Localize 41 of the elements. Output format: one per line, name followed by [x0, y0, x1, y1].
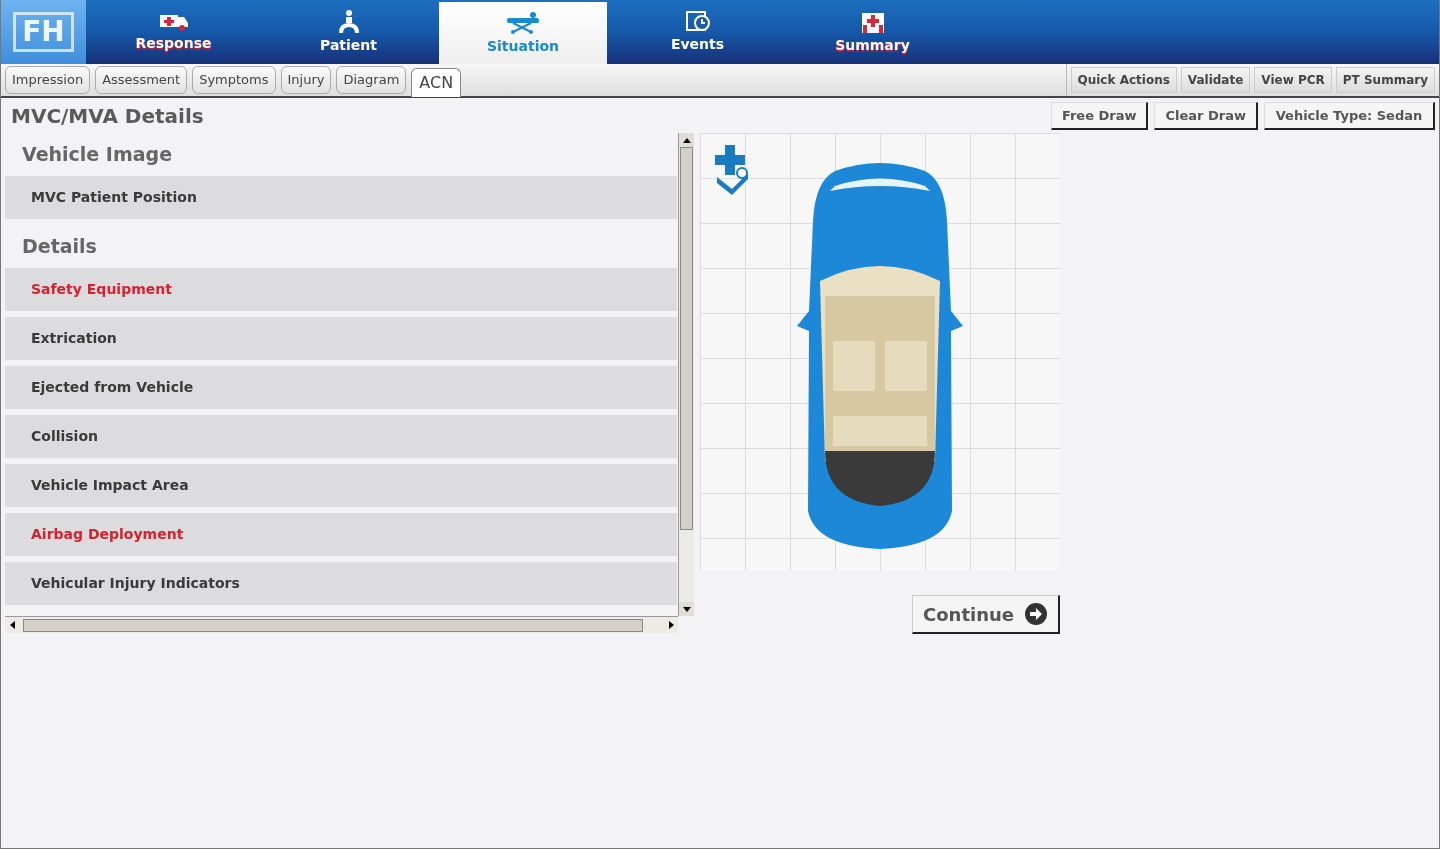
nav-tab[interactable]: Response — [86, 0, 261, 64]
section-heading: Details — [21, 234, 97, 260]
vertical-scrollbar[interactable] — [678, 133, 694, 616]
logo-text: FH — [13, 12, 74, 52]
nav-tab[interactable]: Summary — [785, 0, 960, 64]
sub-tab[interactable]: Impression — [5, 66, 91, 94]
arrow-right-icon — [1024, 602, 1048, 626]
diagram-tool-button[interactable]: Free Draw — [1050, 102, 1149, 130]
scroll-thumb[interactable] — [23, 618, 643, 632]
detail-row[interactable]: Ejected from Vehicle — [5, 366, 677, 409]
scroll-thumb[interactable] — [680, 147, 693, 530]
detail-row[interactable]: Vehicle Impact Area — [5, 464, 677, 507]
stretcher-icon — [505, 9, 541, 34]
action-button[interactable]: PT Summary — [1335, 67, 1435, 93]
action-button[interactable]: Validate — [1180, 67, 1251, 93]
diagram-tool-button[interactable]: Vehicle Type: Sedan — [1264, 102, 1435, 130]
horizontal-scrollbar[interactable] — [5, 616, 678, 633]
sub-tab[interactable]: ACN — [411, 67, 462, 97]
detail-row[interactable]: Safety Equipment — [5, 268, 677, 311]
scroll-up-icon[interactable] — [679, 133, 694, 147]
action-button[interactable]: View PCR — [1254, 67, 1332, 93]
nav-tab[interactable]: Events — [610, 0, 785, 64]
section-heading: Vehicle Image — [21, 142, 173, 168]
sub-tab[interactable]: Assessment — [95, 66, 188, 94]
detail-row[interactable]: Extrication — [5, 317, 677, 360]
action-button[interactable]: Quick Actions — [1070, 67, 1177, 93]
detail-row[interactable]: MVC Patient Position — [5, 176, 677, 219]
detail-row[interactable]: Collision — [5, 415, 677, 458]
nav-tab[interactable]: Patient — [261, 0, 436, 64]
sub-tab[interactable]: Symptoms — [192, 66, 276, 94]
diagram-tool-button[interactable]: Clear Draw — [1154, 102, 1258, 130]
detail-row[interactable]: Vehicular Injury Indicators — [5, 562, 677, 605]
person-icon — [336, 8, 361, 33]
vehicle-diagram[interactable] — [700, 133, 1060, 571]
page-title: MVC/MVA Details — [11, 103, 204, 130]
sub-tab[interactable]: Diagram — [336, 66, 407, 94]
continue-button[interactable]: Continue — [912, 595, 1060, 634]
detail-row[interactable]: Airbag Deployment — [5, 513, 677, 556]
scroll-down-icon[interactable] — [679, 602, 694, 616]
calendar-clock-icon — [684, 9, 711, 32]
sub-tab[interactable]: Injury — [280, 66, 332, 94]
